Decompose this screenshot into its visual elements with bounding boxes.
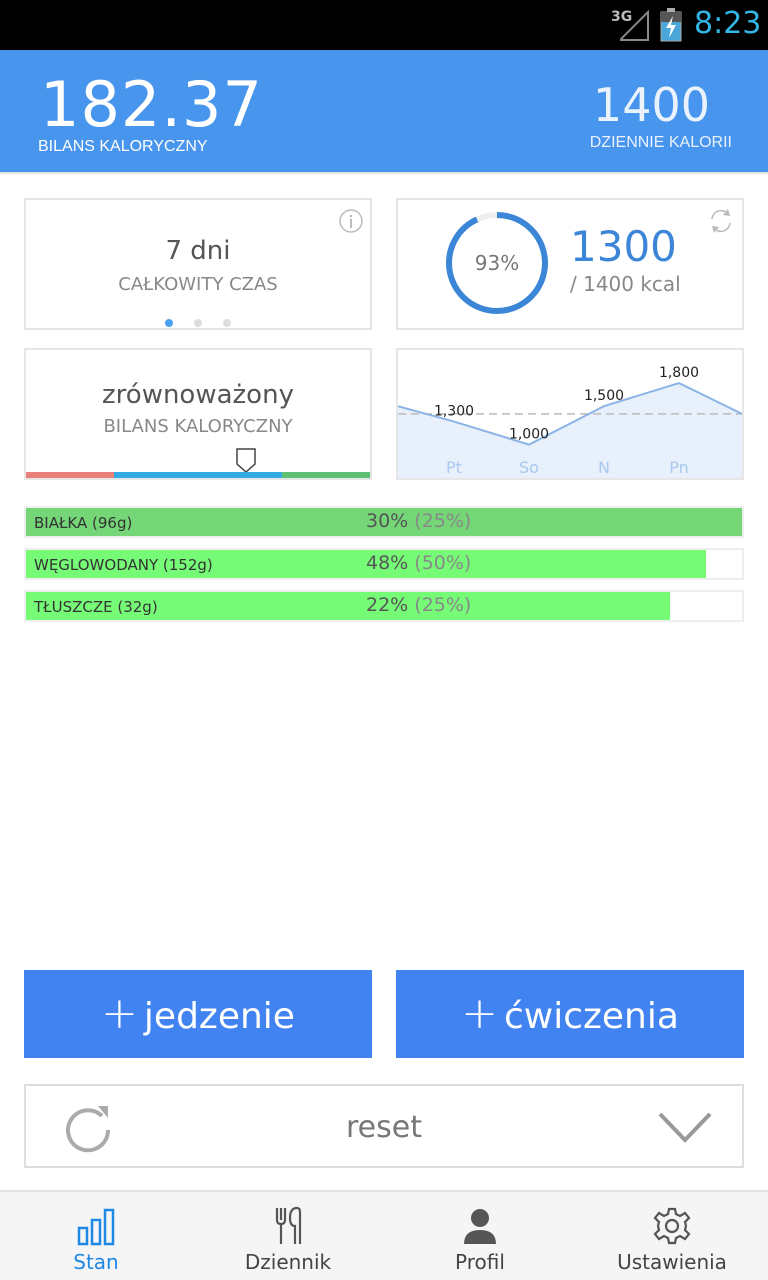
pager-dot[interactable] bbox=[223, 319, 232, 327]
balance-status: zrównoważony bbox=[102, 380, 294, 410]
macro-values: 48% (50%) bbox=[366, 552, 471, 574]
macro-target: (25%) bbox=[414, 594, 472, 616]
data-label: 1,000 bbox=[509, 427, 549, 443]
chevron-down-icon[interactable] bbox=[658, 1110, 712, 1144]
clock: 8:23 bbox=[694, 6, 762, 41]
macro-target: (50%) bbox=[414, 552, 472, 574]
data-label: 1,800 bbox=[659, 365, 699, 381]
macro-percent: 48% bbox=[366, 552, 409, 574]
total-time-card[interactable]: 7 dni CAŁKOWITY CZAS bbox=[24, 198, 372, 330]
nav-item-ustawienia[interactable]: Ustawienia bbox=[576, 1192, 768, 1280]
nav-item-dziennik[interactable]: Dziennik bbox=[192, 1192, 384, 1280]
macro-values: 30% (25%) bbox=[366, 510, 471, 532]
total-time-value: 7 dni bbox=[165, 236, 231, 266]
balance-status-label: BILANS KALORYCZNY bbox=[103, 416, 293, 437]
battery-charging-icon bbox=[660, 8, 682, 42]
calorie-balance-label: BILANS KALORYCZNY bbox=[38, 138, 208, 155]
bottom-navigation: Stan Dziennik Profil Ustawienia bbox=[0, 1190, 768, 1280]
reset-label: reset bbox=[346, 1110, 422, 1145]
swap-icon[interactable] bbox=[706, 206, 736, 236]
pager-dot[interactable] bbox=[164, 319, 173, 327]
calorie-limit: / 1400 kcal bbox=[570, 272, 681, 296]
header-shadow bbox=[0, 172, 768, 175]
pager-dot[interactable] bbox=[194, 319, 202, 327]
fork-knife-icon bbox=[275, 1206, 302, 1244]
add-exercise-label: ćwiczenia bbox=[503, 996, 679, 1037]
macro-values: 22% (25%) bbox=[366, 594, 471, 616]
summary-header: 182.37 BILANS KALORYCZNY 1400 DZIENNIE K… bbox=[0, 50, 768, 172]
x-tick-label: N bbox=[598, 458, 610, 477]
calorie-progress-card[interactable]: 93% 1300 / 1400 kcal bbox=[396, 198, 744, 330]
scale-balanced bbox=[114, 472, 282, 478]
nav-item-stan[interactable]: Stan bbox=[0, 1192, 192, 1280]
add-food-label: jedzenie bbox=[143, 996, 295, 1037]
macro-percent: 30% bbox=[366, 510, 409, 532]
bar-chart-icon bbox=[77, 1208, 115, 1246]
progress-percent: 93% bbox=[474, 251, 520, 275]
weekly-calories-chart[interactable]: 1,300 Pt 1,000 So 1,500 N 1,800 Pn bbox=[396, 348, 744, 480]
macro-name: TŁUSZCZE (32g) bbox=[34, 598, 158, 616]
plus-icon: + bbox=[461, 988, 498, 1039]
nav-label: Profil bbox=[455, 1250, 505, 1274]
line-chart: 1,300 Pt 1,000 So 1,500 N 1,800 Pn bbox=[398, 365, 742, 478]
total-time-label: CAŁKOWITY CZAS bbox=[118, 274, 278, 295]
nav-label: Stan bbox=[73, 1250, 119, 1274]
reset-button[interactable]: reset bbox=[24, 1084, 744, 1168]
macro-bar-carbs: WĘGLOWODANY (152g) 48% (50%) bbox=[24, 548, 744, 580]
plus-icon: + bbox=[101, 988, 138, 1039]
macro-percent: 22% bbox=[366, 594, 409, 616]
daily-calories-value: 1400 bbox=[592, 78, 710, 132]
gear-icon bbox=[653, 1207, 691, 1245]
data-label: 1,500 bbox=[584, 388, 624, 404]
macro-bar-protein: BIAŁKA (96g) 30% (25%) bbox=[24, 506, 744, 538]
nav-label: Dziennik bbox=[244, 1250, 332, 1274]
balance-marker-icon bbox=[236, 448, 256, 474]
signal-icon bbox=[620, 10, 649, 41]
x-tick-label: Pn bbox=[669, 458, 689, 477]
x-tick-label: Pt bbox=[446, 458, 462, 477]
nav-item-profil[interactable]: Profil bbox=[384, 1192, 576, 1280]
nav-label: Ustawienia bbox=[617, 1250, 727, 1274]
status-bar: 3G 8:23 bbox=[0, 0, 768, 50]
x-tick-label: So bbox=[519, 458, 539, 477]
macro-bar-fat: TŁUSZCZE (32g) 22% (25%) bbox=[24, 590, 744, 622]
daily-calories-label: DZIENNIE KALORII bbox=[589, 134, 732, 151]
calorie-balance-value: 182.37 bbox=[40, 68, 263, 141]
data-label: 1,300 bbox=[434, 404, 474, 420]
add-food-button[interactable]: + jedzenie bbox=[24, 970, 372, 1058]
consumed-calories: 1300 bbox=[570, 222, 677, 271]
macro-name: BIAŁKA (96g) bbox=[34, 514, 133, 532]
macro-target: (25%) bbox=[414, 510, 472, 532]
pager-dots[interactable] bbox=[26, 312, 370, 328]
info-icon[interactable] bbox=[338, 208, 364, 234]
scale-surplus bbox=[282, 472, 370, 478]
person-icon bbox=[464, 1209, 496, 1244]
macro-name: WĘGLOWODANY (152g) bbox=[34, 556, 213, 574]
balance-scale bbox=[26, 472, 370, 478]
add-exercise-button[interactable]: + ćwiczenia bbox=[396, 970, 744, 1058]
balance-status-card[interactable]: zrównoważony BILANS KALORYCZNY bbox=[24, 348, 372, 480]
scale-deficit bbox=[26, 472, 114, 478]
